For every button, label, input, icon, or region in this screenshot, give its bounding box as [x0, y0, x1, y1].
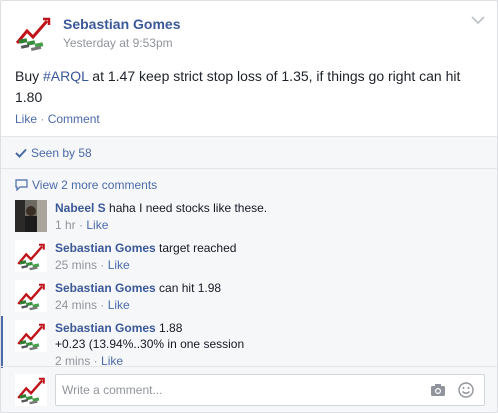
- like-button[interactable]: Like: [15, 112, 37, 126]
- post-text: Buy #ARQL at 1.47 keep strict stop loss …: [15, 66, 485, 108]
- comment-time[interactable]: 25 mins: [55, 258, 97, 272]
- post-text-before: Buy: [15, 68, 44, 84]
- comment-author[interactable]: Sebastian Gomes: [55, 241, 156, 255]
- comment-input[interactable]: Write a comment...: [55, 374, 485, 406]
- post-header: Sebastian Gomes Yesterday at 9:53pm: [1, 1, 497, 59]
- chevron-down-icon[interactable]: [471, 15, 485, 25]
- speech-bubble-icon: [15, 179, 28, 192]
- comment-composer: Write a comment...: [15, 372, 485, 406]
- comment-text: can hit 1.98: [155, 281, 222, 295]
- comment-item: Sebastian Gomes can hit 1.98 24 mins · L…: [15, 280, 485, 316]
- photo-avatar[interactable]: [15, 200, 47, 232]
- divider: [1, 366, 497, 367]
- comment-like-button[interactable]: Like: [108, 298, 130, 312]
- action-separator: ·: [37, 112, 48, 126]
- emoji-icon[interactable]: [458, 382, 474, 398]
- comment-text-line2: +0.23 (13.94%..30% in one session: [55, 337, 245, 351]
- comment-item: Sebastian Gomes target reached 25 mins ·…: [15, 240, 485, 276]
- comment-author[interactable]: Sebastian Gomes: [55, 281, 156, 295]
- comment-like-button[interactable]: Like: [86, 218, 108, 232]
- comment-input-placeholder: Write a comment...: [62, 383, 163, 397]
- comment-text: 1.88: [155, 321, 183, 335]
- comment-author[interactable]: Nabeel S: [55, 201, 106, 215]
- comment-like-button[interactable]: Like: [108, 258, 130, 272]
- logo-avatar[interactable]: [15, 240, 47, 272]
- logo-avatar[interactable]: [15, 280, 47, 312]
- comment-item: Nabeel S haha I need stocks like these. …: [15, 200, 485, 236]
- comment-time[interactable]: 24 mins: [55, 298, 97, 312]
- logo-avatar: [15, 374, 47, 406]
- hashtag-link[interactable]: #ARQL: [43, 68, 88, 84]
- comment-button[interactable]: Comment: [48, 112, 100, 126]
- new-comment-indicator: [1, 316, 3, 368]
- checkmark-icon: [15, 148, 27, 158]
- comment-text: haha I need stocks like these.: [105, 201, 268, 215]
- author-avatar[interactable]: [13, 13, 53, 53]
- comment-author[interactable]: Sebastian Gomes: [55, 321, 156, 335]
- divider: [1, 168, 497, 169]
- view-more-label: View 2 more comments: [32, 178, 158, 192]
- post-actions: Like · Comment: [15, 112, 100, 126]
- comment-item: Sebastian Gomes 1.88 +0.23 (13.94%..30% …: [15, 320, 485, 368]
- seen-by[interactable]: Seen by 58: [15, 146, 92, 160]
- logo-avatar[interactable]: [15, 320, 47, 352]
- author-name[interactable]: Sebastian Gomes: [63, 16, 181, 32]
- seen-by-label: Seen by 58: [31, 146, 92, 160]
- post-timestamp[interactable]: Yesterday at 9:53pm: [63, 36, 173, 50]
- post-card: Sebastian Gomes Yesterday at 9:53pm Buy …: [0, 0, 498, 413]
- comments-area: Seen by 58 View 2 more comments Nabeel S…: [1, 137, 497, 412]
- comment-text: target reached: [155, 241, 237, 255]
- comment-time[interactable]: 1 hr: [55, 218, 76, 232]
- view-more-comments[interactable]: View 2 more comments: [15, 178, 157, 192]
- camera-icon[interactable]: [430, 383, 446, 397]
